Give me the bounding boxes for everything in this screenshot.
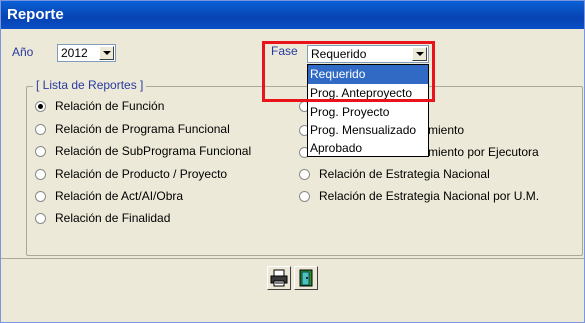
radio-dot[interactable] (299, 190, 310, 202)
report-radio[interactable]: Relación de Función (35, 99, 164, 113)
exit-button[interactable] (294, 266, 318, 290)
anio-label: Año (12, 45, 34, 59)
print-button[interactable] (267, 266, 291, 290)
report-radio[interactable]: Relación de Estrategia Nacional (299, 167, 490, 181)
report-radio[interactable]: Relación de Act/AI/Obra (35, 189, 183, 203)
report-radio[interactable]: Relación de Producto / Proyecto (35, 167, 227, 181)
report-label: miento por Ejecutora (428, 145, 539, 159)
report-label: Relación de SubPrograma Funcional (55, 144, 252, 158)
report-radio[interactable]: Relación de Programa Funcional (35, 122, 230, 136)
radio-dot[interactable] (35, 123, 46, 135)
chevron-down-icon[interactable] (99, 46, 114, 60)
report-label: miento (428, 123, 465, 137)
exit-door-icon (299, 269, 313, 287)
report-radio[interactable]: Relación de Finalidad (35, 211, 170, 225)
fase-option[interactable]: Aprobado (308, 139, 428, 157)
radio-dot[interactable] (299, 168, 310, 180)
printer-icon (270, 269, 288, 287)
report-label: Relación de Función (55, 99, 165, 113)
radio-dot[interactable] (35, 168, 46, 180)
anio-select[interactable]: 2012 (57, 44, 116, 62)
fase-option[interactable]: Prog. Mensualizado (308, 121, 428, 139)
report-radio[interactable]: Relación de SubPrograma Funcional (35, 144, 251, 158)
anio-value: 2012 (61, 46, 88, 60)
radio-dot[interactable] (35, 100, 46, 112)
window-title: Reporte (1, 1, 584, 29)
report-label: Relación de Act/AI/Obra (55, 189, 184, 203)
radio-dot[interactable] (35, 145, 46, 157)
radio-dot[interactable] (35, 190, 46, 202)
report-window: Reporte Año 2012 Fase Requerido [ Lista … (0, 0, 585, 323)
fase-option[interactable]: Prog. Proyecto (308, 103, 428, 121)
highlight-box (262, 41, 435, 102)
radio-dot[interactable] (35, 212, 46, 224)
report-label: Relación de Estrategia Nacional (319, 167, 490, 181)
report-label: Relación de Estrategia Nacional por U.M. (319, 189, 540, 203)
report-radio[interactable]: Relación de Estrategia Nacional por U.M. (299, 189, 539, 203)
group-title: [ Lista de Reportes ] (33, 78, 147, 92)
divider (1, 258, 584, 259)
report-label: Relación de Programa Funcional (55, 122, 230, 136)
report-label: Relación de Finalidad (55, 211, 171, 225)
report-label: Relación de Producto / Proyecto (55, 167, 228, 181)
